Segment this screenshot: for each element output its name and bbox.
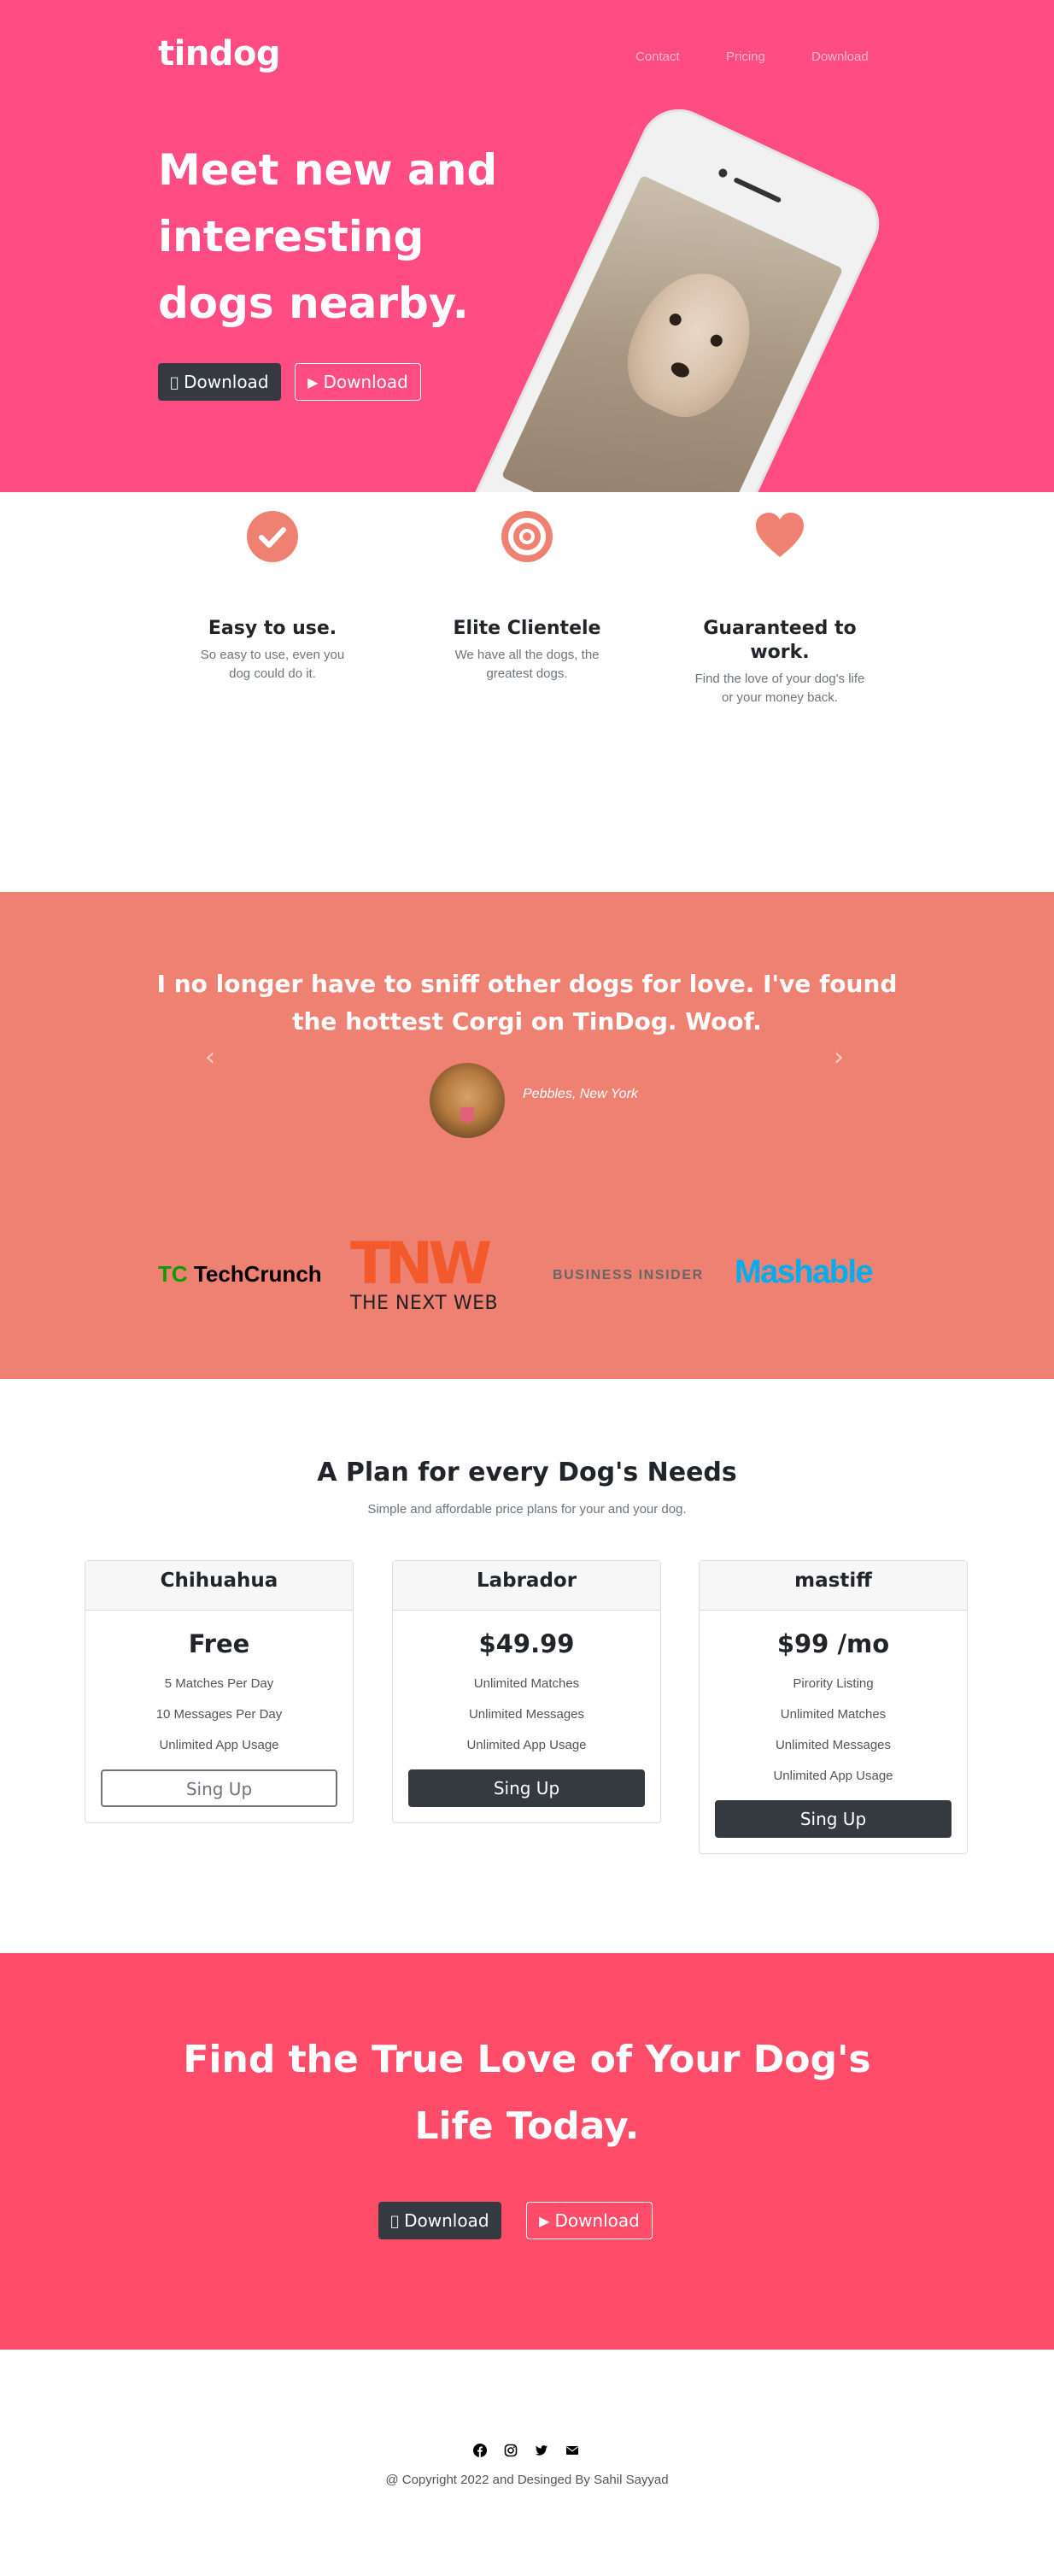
plan-feature: 5 Matches Per Day xyxy=(164,1676,274,1691)
feature-text: We have all the dogs, the greatest dogs. xyxy=(454,648,600,681)
feature-text: So easy to use, even you dog could do it… xyxy=(200,648,345,681)
plan-feature: Unlimited App Usage xyxy=(159,1738,279,1752)
apple-download-button[interactable]:  Download xyxy=(158,363,281,401)
plan-feature: Unlimited Matches xyxy=(780,1707,887,1722)
pricing-title: A Plan for every Dog's Needs xyxy=(317,1458,737,1488)
nav-download-link[interactable]: Download xyxy=(811,50,869,64)
plan-feature: Pirority Listing xyxy=(793,1676,874,1691)
dog-face xyxy=(609,254,772,433)
pricing-section: A Plan for every Dog's Needs Simple and … xyxy=(0,1379,1054,1953)
play-store-icon: ▶ xyxy=(307,373,319,390)
testimonial-section: I no longer have to sniff other dogs for… xyxy=(0,892,1054,1379)
cta-section: Find the True Love of Your Dog's Life To… xyxy=(0,1953,1054,2350)
cta-play-download-label: Download xyxy=(554,2210,640,2231)
tnw-mark: TNW xyxy=(350,1230,492,1298)
twitter-icon[interactable] xyxy=(531,2440,552,2461)
hero-title: Meet new and interesting dogs nearby. xyxy=(158,145,498,328)
play-download-button[interactable]: ▶ Download xyxy=(295,363,421,401)
phone-speaker xyxy=(733,177,782,203)
plan-name: Labrador xyxy=(393,1561,660,1611)
pricing-card-chihuahua: Chihuahua Free 5 Matches Per Day 10 Mess… xyxy=(85,1560,354,1823)
feature-text: Find the love of your dog's life or your… xyxy=(694,672,865,705)
signup-button[interactable]: Sing Up xyxy=(408,1769,645,1807)
check-circle-icon xyxy=(247,511,298,562)
plan-feature: Unlimited Matches xyxy=(473,1676,580,1691)
pricing-subtitle: Simple and affordable price plans for yo… xyxy=(367,1502,687,1517)
feature-title: Elite Clientele xyxy=(453,618,601,639)
bullseye-icon xyxy=(501,511,553,562)
mashable-logo: Mashable xyxy=(735,1254,874,1290)
feature-title: Easy to use. xyxy=(208,618,337,639)
nav-pricing-link[interactable]: Pricing xyxy=(726,50,765,64)
plan-price: $49.99 xyxy=(478,1629,575,1658)
brand-logo[interactable]: tindog xyxy=(158,34,281,73)
cta-title: Find the True Love of Your Dog's Life To… xyxy=(183,2038,871,2148)
feature-elite: Elite Clientele We have all the dogs, th… xyxy=(433,511,621,684)
play-download-label: Download xyxy=(323,372,408,392)
plan-feature: Unlimited App Usage xyxy=(773,1769,893,1783)
facebook-icon[interactable] xyxy=(470,2440,490,2461)
signup-button[interactable]: Sing Up xyxy=(715,1800,952,1838)
phone-camera xyxy=(717,167,729,179)
cta-apple-download-label: Download xyxy=(400,2210,489,2231)
feature-guaranteed: Guaranteed to work. Find the love of you… xyxy=(686,513,874,707)
feature-title: Guaranteed to work. xyxy=(703,618,857,663)
testimonial-author: Pebbles, New York xyxy=(523,1087,638,1101)
apple-download-label: Download xyxy=(179,372,268,392)
carousel-next-button[interactable]: › xyxy=(834,1042,844,1072)
hero-section: tindog Contact Pricing Download Meet new… xyxy=(0,0,1054,492)
footer: @ Copyright 2022 and Desinged By Sahil S… xyxy=(0,2350,1054,2576)
tnw-logo: TNW THE NEXT WEB xyxy=(350,1230,508,1315)
business-insider-logo: BUSINESS INSIDER xyxy=(553,1268,704,1282)
plan-feature: Unlimited Messages xyxy=(775,1738,892,1752)
cta-apple-download-button[interactable]:  Download xyxy=(378,2202,501,2239)
envelope-icon[interactable] xyxy=(562,2440,583,2461)
techcrunch-mark: TC xyxy=(158,1261,188,1287)
pricing-card-mastiff: mastiff $99 /mo Pirority Listing Unlimit… xyxy=(699,1560,968,1854)
nav-contact-link[interactable]: Contact xyxy=(635,50,680,64)
pricing-card-labrador: Labrador $49.99 Unlimited Matches Unlimi… xyxy=(392,1560,661,1823)
tnw-name: THE NEXT WEB xyxy=(350,1293,499,1314)
apple-icon:  xyxy=(390,2213,399,2229)
techcrunch-name: TechCrunch xyxy=(193,1261,322,1287)
signup-button[interactable]: Sing Up xyxy=(101,1769,337,1807)
plan-feature: Unlimited Messages xyxy=(468,1707,585,1722)
plan-price: Free xyxy=(188,1629,250,1658)
testimonial-quote: I no longer have to sniff other dogs for… xyxy=(156,970,898,1036)
testimonial-avatar xyxy=(430,1063,505,1138)
plan-feature: Unlimited App Usage xyxy=(466,1738,587,1752)
copyright-text: @ Copyright 2022 and Desinged By Sahil S… xyxy=(385,2473,669,2487)
play-store-icon: ▶ xyxy=(539,2212,550,2229)
feature-easy: Easy to use. So easy to use, even you do… xyxy=(179,511,366,684)
heart-icon xyxy=(756,513,804,557)
plan-feature: 10 Messages Per Day xyxy=(155,1707,283,1722)
cta-play-download-button[interactable]: ▶ Download xyxy=(526,2202,653,2239)
dog-photo xyxy=(501,174,844,492)
techcrunch-logo: TC TechCrunch xyxy=(158,1261,322,1288)
apple-icon:  xyxy=(170,374,179,390)
carousel-prev-button[interactable]: ‹ xyxy=(205,1042,215,1072)
plan-price: $99 /mo xyxy=(776,1629,890,1658)
plan-name: mastiff xyxy=(700,1561,967,1611)
instagram-icon[interactable] xyxy=(501,2440,521,2461)
features-section: Easy to use. So easy to use, even you do… xyxy=(0,492,1054,892)
plan-name: Chihuahua xyxy=(85,1561,353,1611)
